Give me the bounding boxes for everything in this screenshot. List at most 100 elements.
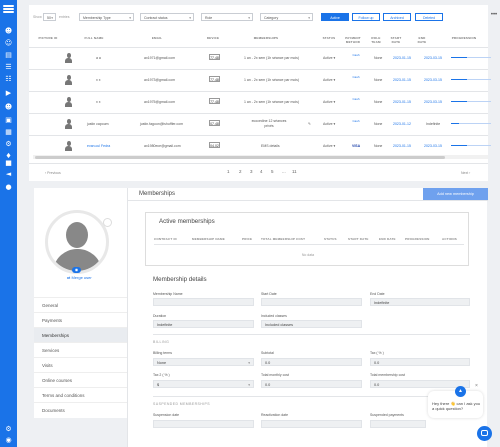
member-name[interactable]: x x bbox=[96, 78, 100, 82]
archived-filter-button[interactable]: Archived bbox=[383, 13, 411, 21]
next-page-link[interactable]: Next › bbox=[461, 171, 470, 175]
menu-item-visits[interactable]: Visits bbox=[34, 357, 127, 372]
included-classes-value: Included classes bbox=[265, 323, 294, 327]
table-row[interactable]: x x ax1975@gmail.com 77.48 1 an - 2x sem… bbox=[29, 91, 491, 113]
menu-icon[interactable] bbox=[3, 5, 14, 13]
page-link[interactable]: 2 bbox=[239, 169, 242, 174]
user-settings-icon[interactable]: ☻ bbox=[4, 103, 13, 111]
column-header[interactable]: MEMBERSHIPS bbox=[246, 36, 286, 40]
start-date-field[interactable] bbox=[261, 298, 362, 306]
camera-icon[interactable]: ◉ bbox=[72, 267, 81, 273]
included-classes-field[interactable]: Included classes bbox=[261, 320, 362, 328]
followup-filter-button[interactable]: Follow up bbox=[352, 13, 380, 21]
page-link[interactable]: 5 bbox=[271, 169, 274, 174]
menu-item-memberships[interactable]: Memberships bbox=[34, 327, 127, 342]
tax2-field[interactable]: $ ▾ bbox=[153, 380, 254, 388]
tax-field[interactable]: 0.0 bbox=[370, 358, 470, 366]
status-dropdown[interactable]: Active ▾ bbox=[323, 78, 335, 82]
end-date-field[interactable]: Indefinite bbox=[370, 298, 470, 306]
member-name[interactable]: a a bbox=[96, 56, 101, 60]
menu-item-online-courses[interactable]: Online courses bbox=[34, 372, 127, 387]
total-monthly-cost-field[interactable]: 0.0 bbox=[261, 380, 362, 388]
page-link[interactable]: 1 bbox=[227, 169, 230, 174]
list-icon[interactable]: ☰ bbox=[4, 63, 13, 71]
reactivation-date-field[interactable] bbox=[261, 420, 362, 428]
status-dropdown[interactable]: Active ▾ bbox=[323, 144, 335, 148]
total-membership-cost-field[interactable]: 0.0 bbox=[370, 380, 470, 388]
status-dropdown[interactable]: Active ▾ bbox=[323, 100, 335, 104]
video-icon[interactable]: ▶ bbox=[4, 89, 13, 97]
menu-item-documents[interactable]: Documents bbox=[34, 402, 127, 417]
column-header[interactable]: END DATE bbox=[414, 36, 430, 44]
column-header[interactable]: EMAIL bbox=[142, 36, 172, 40]
previous-page-link[interactable]: ‹ Previous bbox=[45, 171, 61, 175]
entries-label: entries bbox=[59, 15, 70, 19]
member-membership: 1 an - 2x sem (1h séance par mois) bbox=[244, 100, 300, 104]
user-icon[interactable]: ☻ bbox=[4, 27, 13, 35]
chat-icon[interactable]: ● bbox=[4, 183, 13, 191]
megaphone-icon[interactable]: ◄ bbox=[4, 170, 13, 178]
membership-type-select[interactable]: Membership Type ▾ bbox=[79, 13, 134, 21]
column-header[interactable]: PICTURE ID bbox=[33, 36, 63, 40]
active-filter-button[interactable]: Active bbox=[321, 13, 349, 21]
category-select[interactable]: Category ▾ bbox=[260, 13, 313, 21]
contract-status-select[interactable]: Contract status ▾ bbox=[140, 13, 194, 21]
status-dropdown[interactable]: Active ▾ bbox=[323, 56, 335, 60]
gear-icon[interactable]: ⚙ bbox=[4, 425, 13, 433]
column-header[interactable]: START DATE bbox=[388, 36, 404, 44]
divider bbox=[153, 334, 470, 335]
contacts-icon[interactable]: ☷ bbox=[4, 75, 13, 83]
subtotal-field[interactable]: 0.0 bbox=[261, 358, 362, 366]
menu-item-terms[interactable]: Terms and conditions bbox=[34, 387, 127, 402]
clipboard-icon[interactable]: ▣ bbox=[4, 116, 13, 124]
chevron-down-icon: ▾ bbox=[129, 15, 131, 20]
page-link[interactable]: 3 bbox=[250, 169, 253, 174]
users-icon[interactable]: ☺ bbox=[4, 39, 13, 47]
status-dropdown[interactable]: Active ▾ bbox=[323, 122, 335, 126]
more-options-button[interactable]: ••• bbox=[488, 12, 500, 20]
horizontal-scrollbar[interactable] bbox=[33, 155, 488, 159]
edit-icon[interactable]: ✎ bbox=[308, 122, 311, 126]
close-icon[interactable]: × bbox=[475, 383, 478, 389]
profile-picture[interactable] bbox=[45, 210, 109, 274]
column-header[interactable]: FULL NAME bbox=[79, 36, 109, 40]
table-row[interactable]: x x ax1973@gmail.com 77.48 1 an - 2x sem… bbox=[29, 69, 491, 91]
billing-terms-select[interactable]: None ▾ bbox=[153, 358, 254, 366]
deleted-filter-button[interactable]: Deleted bbox=[415, 13, 443, 21]
avatar-icon[interactable]: ◉ bbox=[4, 436, 13, 444]
merge-user-link[interactable]: ⇄ Merge user bbox=[67, 275, 92, 280]
card-icon[interactable]: ▤ bbox=[4, 51, 13, 59]
table-row[interactable]: justin capoum justin.fagoon@ishuffler.co… bbox=[29, 113, 491, 135]
field-label: Membership Name bbox=[153, 292, 183, 296]
page-link[interactable]: 4 bbox=[260, 169, 263, 174]
show-label: Show bbox=[33, 15, 42, 19]
duration-field[interactable]: Indefinite bbox=[153, 320, 254, 328]
column-header[interactable]: STATUS bbox=[319, 36, 339, 40]
table-row[interactable]: evan.cul Fedra ax1980ece@gmail.com 04.02… bbox=[29, 135, 491, 157]
member-name[interactable]: x x bbox=[96, 100, 100, 104]
menu-item-services[interactable]: Services bbox=[34, 342, 127, 357]
suspension-date-field[interactable] bbox=[153, 420, 254, 428]
column-header[interactable]: PROGRESSION bbox=[444, 36, 484, 40]
chat-launcher-button[interactable] bbox=[477, 426, 492, 441]
membership-name-field[interactable] bbox=[153, 298, 254, 306]
suspended-payments-field[interactable] bbox=[370, 420, 426, 428]
table-row[interactable]: a a ax1971@gmail.com 77.48 1 an - 2x sem… bbox=[29, 47, 491, 69]
add-membership-button[interactable]: Add new membership bbox=[423, 188, 488, 200]
member-name[interactable]: evan.cul Fedra bbox=[87, 144, 110, 148]
column-header[interactable]: ROLE TEAM bbox=[369, 36, 383, 44]
entries-select[interactable]: 50 ▾ bbox=[43, 13, 56, 21]
column-header[interactable]: PAYMENT METHOD bbox=[343, 36, 363, 44]
settings-icon[interactable]: ⚙ bbox=[4, 140, 13, 148]
column-header[interactable]: DEVICE bbox=[203, 36, 223, 40]
calendar-icon[interactable]: ▦ bbox=[4, 128, 13, 136]
role-select[interactable]: Role ▾ bbox=[201, 13, 253, 21]
menu-item-payments[interactable]: Payments bbox=[34, 312, 127, 327]
bag-icon[interactable]: ■ bbox=[4, 159, 13, 167]
tax-value: 0.0 bbox=[374, 361, 380, 365]
field-label: Start Date bbox=[261, 292, 277, 296]
menu-item-general[interactable]: General bbox=[34, 297, 127, 312]
member-name[interactable]: justin capoum bbox=[87, 122, 109, 126]
chat-popup[interactable]: ▲ × Hey there 👋 can I ask you a quick qu… bbox=[428, 383, 483, 418]
page-link[interactable]: 11 bbox=[292, 169, 297, 174]
